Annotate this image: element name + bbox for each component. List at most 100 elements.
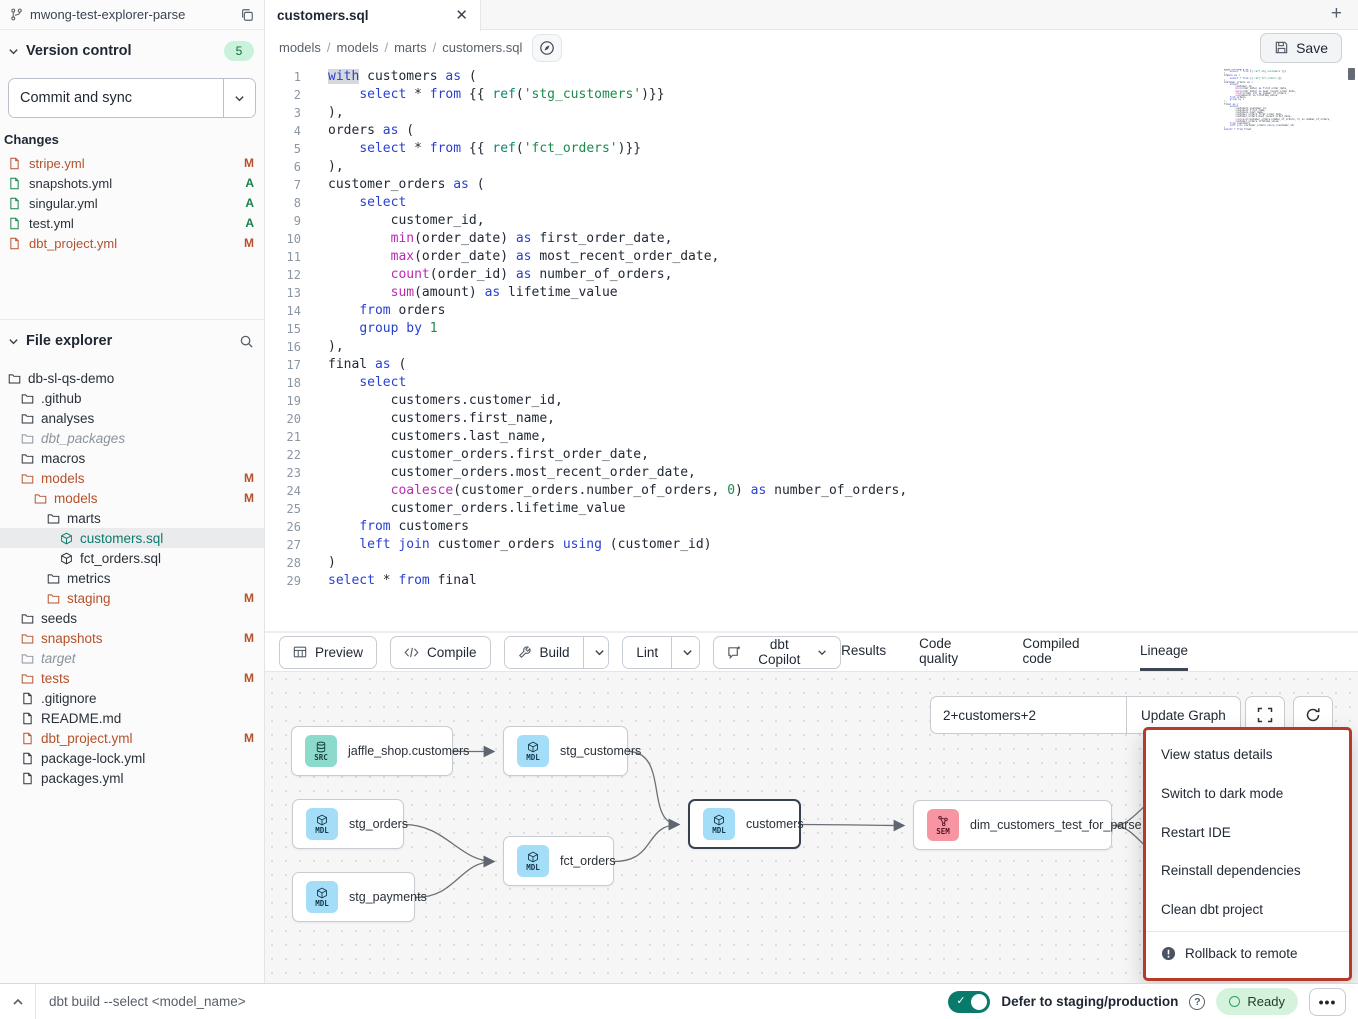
explorer-link-icon[interactable]: [532, 34, 562, 62]
file-explorer-header[interactable]: File explorer: [0, 320, 264, 360]
tree-item-seeds[interactable]: seeds: [0, 608, 264, 628]
code-line-13[interactable]: 13 sum(amount) as lifetime_value: [265, 284, 1358, 302]
expand-command-bar-button[interactable]: [0, 984, 36, 1019]
editor-scrollbar[interactable]: [1348, 68, 1355, 80]
command-input[interactable]: dbt build --select <model_name>: [49, 994, 948, 1009]
code-line-20[interactable]: 20 customers.first_name,: [265, 410, 1358, 428]
code-line-12[interactable]: 12 count(order_id) as number_of_orders,: [265, 266, 1358, 284]
code-line-23[interactable]: 23 customer_orders.most_recent_order_dat…: [265, 464, 1358, 482]
code-line-6[interactable]: 6),: [265, 158, 1358, 176]
code-line-17[interactable]: 17final as (: [265, 356, 1358, 374]
code-line-18[interactable]: 18 select: [265, 374, 1358, 392]
code-line-16[interactable]: 16),: [265, 338, 1358, 356]
search-icon[interactable]: [239, 334, 254, 349]
defer-toggle[interactable]: ✓: [948, 991, 990, 1013]
code-line-10[interactable]: 10 min(order_date) as first_order_date,: [265, 230, 1358, 248]
code-line-21[interactable]: 21 customers.last_name,: [265, 428, 1358, 446]
tree-item-readme-md[interactable]: README.md: [0, 708, 264, 728]
code-line-1[interactable]: 1with customers as (: [265, 68, 1358, 86]
code-line-22[interactable]: 22 customer_orders.first_order_date,: [265, 446, 1358, 464]
code-line-26[interactable]: 26 from customers: [265, 518, 1358, 536]
version-control-header[interactable]: Version control 5: [0, 30, 264, 70]
tab-lineage[interactable]: Lineage: [1140, 633, 1188, 671]
tree-item-customers-sql[interactable]: customers.sql: [0, 528, 264, 548]
lineage-node-customers[interactable]: MDLcustomers: [688, 799, 801, 849]
tree-item-fct-orders-sql[interactable]: fct_orders.sql: [0, 548, 264, 568]
breadcrumb-item-marts[interactable]: marts: [394, 40, 427, 55]
build-button[interactable]: Build: [505, 637, 583, 668]
code-line-5[interactable]: 5 select * from {{ ref('fct_orders')}}: [265, 140, 1358, 158]
code-line-9[interactable]: 9 customer_id,: [265, 212, 1358, 230]
code-line-28[interactable]: 28): [265, 554, 1358, 572]
tree-item-marts[interactable]: marts: [0, 508, 264, 528]
lineage-selector-input[interactable]: [930, 696, 1126, 734]
change-dbt-project-yml[interactable]: dbt_project.ymlM: [0, 233, 264, 253]
tree-item-dbt-project-yml[interactable]: dbt_project.ymlM: [0, 728, 264, 748]
menu-item-rollback-to-remote[interactable]: Rollback to remote: [1146, 934, 1349, 973]
commit-and-sync-button[interactable]: Commit and sync: [9, 79, 223, 117]
new-tab-button[interactable]: +: [1331, 3, 1342, 25]
copy-icon[interactable]: [240, 8, 254, 22]
tree-item-github[interactable]: .github: [0, 388, 264, 408]
lineage-node-stg-payments[interactable]: MDLstg_payments: [292, 872, 415, 922]
lineage-node-stg-orders[interactable]: MDLstg_orders: [292, 799, 404, 849]
tree-item-metrics[interactable]: metrics: [0, 568, 264, 588]
code-line-29[interactable]: 29select * from final: [265, 572, 1358, 590]
menu-item-restart-ide[interactable]: Restart IDE: [1146, 813, 1349, 852]
preview-button[interactable]: Preview: [279, 636, 377, 669]
tab-compiled-code[interactable]: Compiled code: [1023, 633, 1107, 671]
code-line-19[interactable]: 19 customers.customer_id,: [265, 392, 1358, 410]
tree-item-package-lock-yml[interactable]: package-lock.yml: [0, 748, 264, 768]
breadcrumb-item-customers-sql[interactable]: customers.sql: [442, 40, 522, 55]
lineage-node-dim-customers-test-for-parse[interactable]: SEMdim_customers_test_for_parse: [913, 800, 1112, 850]
menu-item-clean-dbt-project[interactable]: Clean dbt project: [1146, 890, 1349, 929]
tree-item-db-sl-qs-demo[interactable]: db-sl-qs-demo: [0, 368, 264, 388]
tree-item-models[interactable]: modelsM: [0, 468, 264, 488]
compile-button[interactable]: Compile: [390, 636, 491, 669]
tree-item-target[interactable]: target: [0, 648, 264, 668]
menu-item-reinstall-dependencies[interactable]: Reinstall dependencies: [1146, 851, 1349, 890]
minimap[interactable]: with customers as ( select * from {{ ref…: [1224, 69, 1344, 132]
tree-item-packages-yml[interactable]: packages.yml: [0, 768, 264, 788]
code-line-8[interactable]: 8 select: [265, 194, 1358, 212]
tree-item-analyses[interactable]: analyses: [0, 408, 264, 428]
code-line-3[interactable]: 3),: [265, 104, 1358, 122]
tree-item-gitignore[interactable]: .gitignore: [0, 688, 264, 708]
change-stripe-yml[interactable]: stripe.ymlM: [0, 153, 264, 173]
breadcrumb-item-models[interactable]: models: [337, 40, 379, 55]
lineage-node-fct-orders[interactable]: MDLfct_orders: [503, 836, 614, 886]
save-button[interactable]: Save: [1260, 33, 1342, 63]
change-snapshots-yml[interactable]: snapshots.ymlA: [0, 173, 264, 193]
code-line-15[interactable]: 15 group by 1: [265, 320, 1358, 338]
lineage-node-stg-customers[interactable]: MDLstg_customers: [503, 726, 628, 776]
tree-item-tests[interactable]: testsM: [0, 668, 264, 688]
more-options-button[interactable]: •••: [1309, 988, 1346, 1016]
commit-options-caret[interactable]: [223, 79, 255, 117]
menu-item-switch-to-dark-mode[interactable]: Switch to dark mode: [1146, 774, 1349, 813]
lineage-node-jaffle-shop-customers[interactable]: SRCjaffle_shop.customers: [291, 726, 453, 776]
code-line-11[interactable]: 11 max(order_date) as most_recent_order_…: [265, 248, 1358, 266]
change-test-yml[interactable]: test.ymlA: [0, 213, 264, 233]
lint-button[interactable]: Lint: [623, 637, 671, 668]
code-editor[interactable]: 1with customers as (2 select * from {{ r…: [265, 65, 1358, 632]
tab-results[interactable]: Results: [841, 633, 886, 671]
tree-item-staging[interactable]: stagingM: [0, 588, 264, 608]
code-line-14[interactable]: 14 from orders: [265, 302, 1358, 320]
breadcrumb-item-models[interactable]: models: [279, 40, 321, 55]
tree-item-models[interactable]: modelsM: [0, 488, 264, 508]
code-line-4[interactable]: 4orders as (: [265, 122, 1358, 140]
change-singular-yml[interactable]: singular.ymlA: [0, 193, 264, 213]
lint-options-caret[interactable]: [671, 637, 699, 668]
tree-item-macros[interactable]: macros: [0, 448, 264, 468]
dbt-copilot-button[interactable]: dbt Copilot: [713, 636, 842, 669]
tab-customers-sql[interactable]: customers.sql ✕: [265, 0, 481, 31]
menu-item-view-status-details[interactable]: View status details: [1146, 735, 1349, 774]
code-line-27[interactable]: 27 left join customer_orders using (cust…: [265, 536, 1358, 554]
code-line-7[interactable]: 7customer_orders as (: [265, 176, 1358, 194]
build-options-caret[interactable]: [583, 637, 610, 668]
tree-item-snapshots[interactable]: snapshotsM: [0, 628, 264, 648]
tree-item-dbt-packages[interactable]: dbt_packages: [0, 428, 264, 448]
help-icon[interactable]: ?: [1189, 994, 1205, 1010]
close-tab-icon[interactable]: ✕: [455, 8, 468, 23]
code-line-25[interactable]: 25 customer_orders.lifetime_value: [265, 500, 1358, 518]
